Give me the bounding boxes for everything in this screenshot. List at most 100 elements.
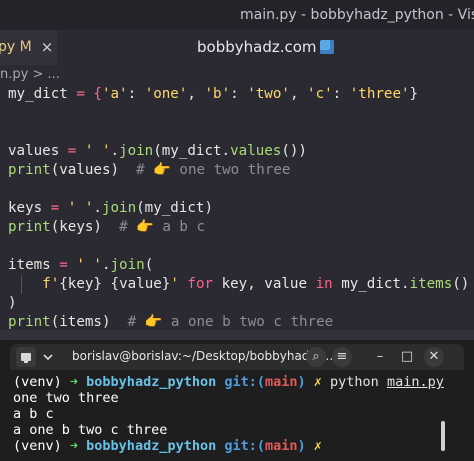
prompt-branch: main [264, 438, 298, 454]
minimize-icon[interactable]: – [370, 347, 390, 367]
comment: # 👉 a b c [119, 219, 206, 235]
token: . [93, 200, 102, 216]
window-title: main.py - bobbyhadz_python - Visual Stud… [240, 7, 474, 23]
arrow-icon: ➜ [69, 374, 87, 390]
token: (items) [50, 314, 128, 330]
tab-modified-indicator: M [19, 39, 32, 55]
token: (my_dict. [153, 143, 231, 159]
terminal-prompt-line: (venv) ➜ bobbyhadz_python git:(main) ✗ p… [13, 374, 463, 390]
code-line-11: f'{key} {value}' for key, value in my_di… [8, 275, 474, 294]
code-line-12: ) [8, 294, 474, 313]
token: 'a' [101, 86, 128, 102]
token: ' [170, 276, 179, 292]
token: in [315, 276, 342, 292]
dirty-icon: ✗ [313, 438, 322, 454]
menu-icon[interactable]: ≡ [332, 347, 352, 367]
comment: # 👉 one two three [136, 162, 291, 178]
token: } [409, 86, 419, 102]
token: my_dict. [341, 276, 410, 292]
tab-bar: py M × bobbyhadz.com [0, 30, 474, 65]
code-line-10: items = ' '.join( [8, 256, 474, 275]
token: 'one' [144, 86, 188, 102]
token: ) [8, 295, 17, 311]
tab-label-wrap: py M [0, 30, 32, 65]
token: for [178, 276, 222, 292]
tab-label: py [0, 39, 16, 55]
terminal-output-line: a b c [13, 406, 54, 422]
venv-label: (venv) [13, 438, 70, 454]
token: : [230, 86, 248, 102]
cube-icon [319, 40, 334, 54]
token: key, value [221, 276, 316, 292]
token: = [42, 200, 68, 216]
header-center-title: bobbyhadz.com [197, 30, 334, 65]
terminal-title: borislav@borislav:~/Desktop/bobbyhadz_..… [72, 349, 334, 363]
token: my_dict [8, 86, 68, 102]
tab-main-py[interactable]: py M × [0, 30, 57, 65]
token: items [8, 257, 51, 273]
chevron-down-icon[interactable] [38, 347, 58, 367]
token: f' [42, 276, 60, 292]
dirty-icon: ✗ [313, 374, 331, 390]
prompt-git: git:( [224, 374, 265, 390]
prompt-dir: bobbyhadz_python [86, 438, 225, 454]
token: = [50, 257, 77, 273]
terminal-prompt-line: (venv) ➜ bobbyhadz_python git:(main) ✗ [13, 438, 463, 454]
breadcrumb[interactable]: n.py > ... [0, 66, 60, 84]
code-editor[interactable]: my_dict = {'a': 'one', 'b': 'two', 'c': … [8, 85, 474, 332]
close-icon[interactable]: × [38, 30, 56, 65]
terminal-output-line: one two three [13, 390, 119, 406]
prompt-git: git:( [224, 438, 265, 454]
new-tab-icon[interactable] [16, 347, 36, 367]
window-titlebar: main.py - bobbyhadz_python - Visual Stud… [0, 0, 474, 30]
token: (my_dict) [136, 200, 214, 216]
command-arg: main.py [386, 374, 444, 390]
token: print [8, 162, 51, 178]
token: : [127, 86, 145, 102]
token: ()) [281, 143, 307, 159]
maximize-icon[interactable]: □ [397, 347, 417, 367]
token: . [110, 143, 120, 159]
token: print [8, 314, 51, 330]
prompt-git-close: ) [297, 438, 314, 454]
terminal-output[interactable]: (venv) ➜ bobbyhadz_python git:(main) ✗ p… [13, 374, 463, 454]
token: ' ' [67, 200, 94, 216]
site-title: bobbyhadz.com [197, 38, 317, 56]
terminal-scrollbar[interactable] [441, 421, 445, 451]
token: 'c' [307, 86, 333, 102]
code-line-7: keys = ' '.join(my_dict) [8, 199, 474, 218]
token: print [8, 219, 51, 235]
token: 'b' [204, 86, 231, 102]
token: {key} [59, 276, 102, 292]
prompt-git-close: ) [297, 374, 314, 390]
token: join [110, 257, 145, 273]
token: 'two' [247, 86, 290, 102]
token: keys [8, 200, 43, 216]
token: items [409, 276, 453, 292]
code-line-5: print(values) # 👉 one two three [8, 161, 474, 180]
token: () [452, 276, 470, 292]
terminal-output-line: a one b two c three [13, 422, 168, 438]
prompt-dir: bobbyhadz_python [86, 374, 225, 390]
token: ' ' [84, 143, 111, 159]
close-icon[interactable]: ✕ [424, 347, 444, 367]
token: ' ' [76, 257, 102, 273]
token: join [101, 200, 137, 216]
token: , [187, 86, 205, 102]
prompt-branch: main [264, 374, 298, 390]
command: python [330, 374, 387, 390]
token: = [59, 143, 85, 159]
arrow-icon: ➜ [69, 438, 87, 454]
search-icon[interactable]: ⌕ [306, 347, 326, 367]
token: (keys) [50, 219, 120, 235]
token: join [119, 143, 154, 159]
comment: # 👉 a one b two c three [127, 314, 334, 330]
code-line-4: values = ' '.join(my_dict.values()) [8, 142, 474, 161]
current-line-highlight [0, 330, 474, 340]
venv-label: (venv) [13, 374, 70, 390]
